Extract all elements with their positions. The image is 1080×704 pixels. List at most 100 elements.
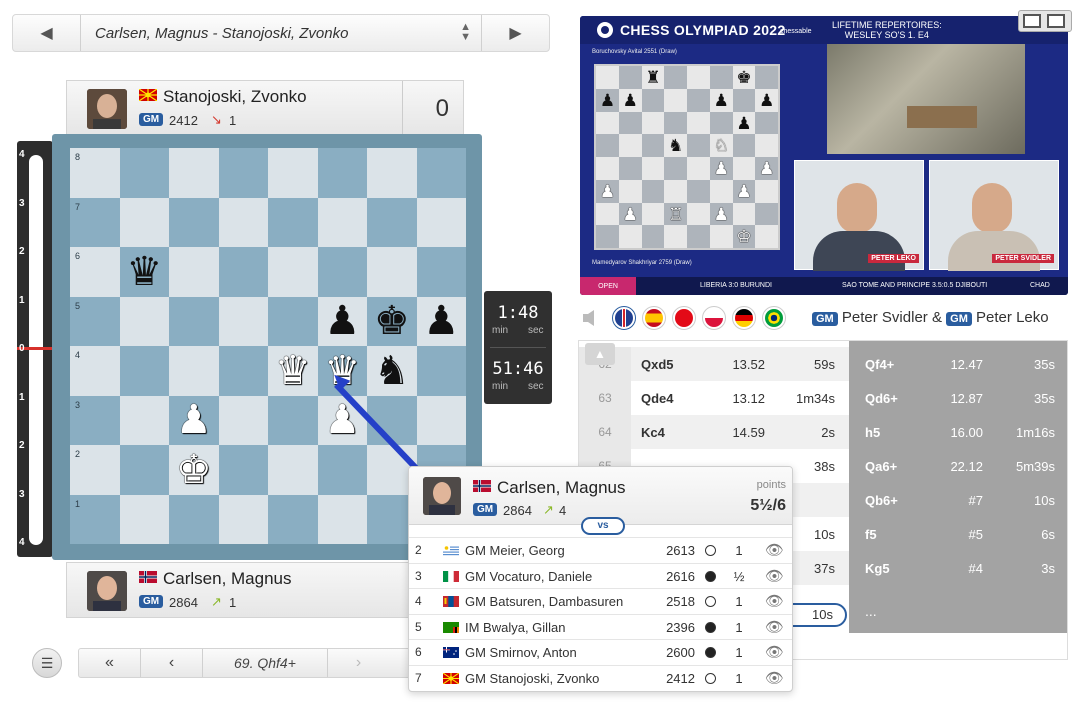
italy-flag-icon — [443, 570, 459, 582]
mini-board-square — [618, 225, 642, 249]
mini-board-square — [664, 157, 688, 180]
eye-icon[interactable]: 👁 — [765, 541, 784, 559]
mini-board-square — [618, 179, 642, 203]
eye-icon[interactable]: 👁 — [765, 618, 784, 636]
black-eval: 12.47 — [950, 357, 983, 372]
ticker-result: LIBERIA 3:0 BURUNDI — [700, 282, 772, 289]
previous-game-button[interactable]: ◀ — [13, 15, 81, 51]
opponent-row[interactable]: 3 GM Vocaturo, Daniele 2616 ½ 👁 — [409, 562, 792, 588]
commentator-body — [813, 231, 905, 271]
opponent-name[interactable]: GM Stanojoski, Zvonko — [465, 671, 599, 686]
opponent-name[interactable]: GM Meier, Georg — [465, 543, 565, 558]
move-number: 64 — [579, 415, 631, 449]
menu-icon: ☰ — [40, 654, 54, 671]
opponent-row[interactable]: 7 GM Stanojoski, Zvonko 2412 1 👁 — [409, 664, 792, 690]
opponent-rating: 2616 — [666, 568, 695, 584]
next-game-button[interactable]: ▶ — [481, 15, 549, 51]
mini-board-square — [641, 111, 665, 135]
eye-icon[interactable]: 👁 — [765, 592, 784, 610]
menu-button[interactable]: ☰ — [32, 648, 62, 678]
mini-board-square — [596, 111, 619, 135]
mini-board-square — [664, 179, 688, 203]
black-eval: 12.87 — [950, 391, 983, 406]
opponent-name[interactable]: GM Vocaturo, Daniele — [465, 569, 592, 584]
north-macedonia-flag-icon — [443, 672, 459, 684]
mini-board-square — [596, 66, 619, 89]
move-row[interactable]: 62Qxd513.5259sQf4+12.4735s — [579, 347, 1067, 381]
australia-flag-icon — [443, 647, 459, 658]
black-move[interactable]: Qf4+ — [865, 357, 894, 372]
white-move[interactable]: Qde4 — [641, 391, 674, 406]
black-move[interactable]: Qa6+ — [865, 459, 897, 474]
opponent-row[interactable]: 4 GM Batsuren, Dambasuren 2518 1 👁 — [409, 588, 792, 613]
commentary-language-button[interactable] — [702, 306, 726, 330]
mini-board-square — [618, 66, 642, 89]
opponent-name[interactable]: IM Bwalya, Gillan — [465, 620, 565, 635]
evaluation-tick: 0 — [19, 343, 25, 354]
black-move[interactable]: h5 — [865, 425, 880, 440]
uruguay-flag-icon — [443, 545, 459, 556]
scroll-up-button[interactable]: ▲ — [585, 343, 615, 365]
commentary-audio-icon[interactable] — [580, 308, 602, 328]
player-name[interactable]: Stanojoski, Zvonko — [163, 87, 307, 107]
sec-label: sec — [528, 325, 544, 336]
opponent-row[interactable]: 5 IM Bwalya, Gillan 2396 1 👁 — [409, 613, 792, 639]
player-name[interactable]: Carlsen, Magnus — [163, 569, 292, 589]
next-move-button[interactable]: › — [327, 649, 389, 677]
game-selector[interactable]: ◀ Carlsen, Magnus - Stanojoski, Zvonko ▲… — [12, 14, 550, 52]
caret-left-icon: ◀ — [40, 25, 53, 42]
white-move[interactable]: Kc4 — [641, 425, 665, 440]
commentary-language-button[interactable] — [732, 306, 756, 330]
commentary-language-button[interactable] — [672, 306, 696, 330]
olympiad-logo-icon — [597, 22, 613, 38]
layout-split-icon[interactable] — [1023, 14, 1041, 28]
white-piece-color-icon — [705, 672, 716, 684]
video-player[interactable]: CHESS OLYMPIAD 2022 chessable LIFETIME R… — [580, 16, 1068, 295]
move-row[interactable]: 64 Kc4 14.59 2s h5 16.00 1m16s — [579, 415, 1067, 449]
first-move-button[interactable]: « — [79, 649, 141, 677]
black-move[interactable]: Qb6+ — [865, 493, 898, 508]
layout-toggle[interactable] — [1018, 10, 1072, 32]
turkey-flag-icon — [675, 309, 693, 327]
layout-video-icon[interactable] — [1047, 14, 1065, 28]
black-move[interactable]: Kg5 — [865, 561, 890, 576]
white-move[interactable]: Qxd5 — [641, 357, 674, 372]
black-time: 1m16s — [1015, 425, 1055, 440]
move-row[interactable]: 63 Qde4 13.12 1m34s Qd6+ 12.87 35s — [579, 381, 1067, 415]
opponent-name[interactable]: GM Batsuren, Dambasuren — [465, 594, 623, 609]
mini-piece-icon: ♟ — [599, 90, 616, 110]
commentary-language-button[interactable] — [612, 306, 636, 330]
evaluation-tube — [29, 155, 43, 545]
title-badge: GM — [812, 312, 838, 326]
rating-up-icon: ↗ — [211, 594, 222, 609]
commentary-language-button[interactable] — [762, 306, 786, 330]
brazil-flag-icon — [765, 309, 783, 327]
black-move[interactable]: Qd6+ — [865, 391, 898, 406]
black-piece-color-icon — [705, 647, 716, 658]
round-number: 5 — [415, 619, 422, 634]
eye-icon[interactable]: 👁 — [765, 643, 784, 661]
mini-board-square — [596, 202, 619, 226]
move-number: 63 — [579, 381, 631, 415]
eye-icon[interactable]: 👁 — [765, 669, 784, 687]
opponent-row[interactable]: 2 GM Meier, Georg 2613 1 👁 — [409, 537, 792, 562]
mini-board-square — [687, 134, 710, 158]
commentary-row: GM Peter Svidler & GM Peter Leko — [580, 300, 1070, 336]
mini-piece-icon: ♟ — [622, 204, 638, 224]
mini-board-square — [641, 202, 665, 226]
black-move[interactable]: f5 — [865, 527, 877, 542]
previous-move-button[interactable]: ‹ — [141, 649, 203, 677]
spain-flag-icon — [645, 309, 663, 327]
evaluation-tick: 2 — [19, 246, 25, 257]
vs-badge: vs — [581, 517, 625, 535]
chess-board[interactable]: 87654321ABCDEFGH♛♟♚♟♛♛♞♟♟♚ — [70, 148, 466, 574]
opponent-row[interactable]: 6 GM Smirnov, Anton 2600 1 👁 — [409, 639, 792, 664]
commentary-language-button[interactable] — [642, 306, 666, 330]
updown-icon[interactable]: ▲ ▼ — [460, 22, 471, 43]
eye-icon[interactable]: 👁 — [765, 567, 784, 585]
title-badge: GM — [139, 595, 164, 608]
opponent-name[interactable]: GM Smirnov, Anton — [465, 645, 577, 660]
mongolia-flag-icon — [443, 596, 459, 607]
poland-flag-icon — [705, 309, 723, 327]
mini-piece-icon: ♘ — [713, 136, 729, 156]
